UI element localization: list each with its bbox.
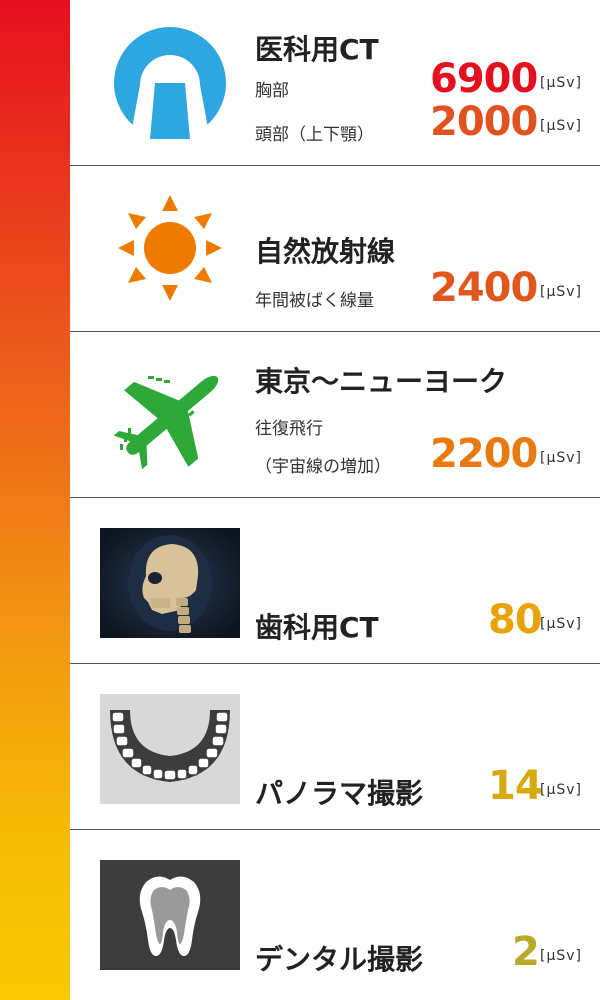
dose-unit: [μSv]	[540, 118, 583, 134]
dental-arch-icon	[100, 694, 240, 804]
dose-value: 80	[488, 597, 543, 643]
item-title: 歯科用CT	[255, 611, 379, 644]
dose-value: 2	[512, 929, 540, 975]
item-title: パノラマ撮影	[255, 777, 424, 810]
list-item-natural-radiation: 自然放射線 年間被ばく線量 2400 [μSv]	[70, 166, 600, 332]
ct-scanner-icon	[100, 25, 240, 139]
measure-label: 頭部（上下顎）	[255, 125, 374, 145]
dose-unit: [μSv]	[540, 782, 583, 798]
dose-unit: [μSv]	[540, 284, 583, 300]
dose-value: 2000	[430, 99, 538, 145]
measure-label: 胸部	[255, 81, 289, 101]
item-title: デンタル撮影	[255, 943, 424, 976]
sun-icon	[100, 191, 240, 301]
list-item-panoramic: パノラマ撮影 14 [μSv]	[70, 664, 600, 830]
tooth-icon	[100, 860, 240, 970]
dose-gradient-bar	[0, 0, 70, 1000]
dose-value: 6900	[430, 56, 538, 102]
list-item-medical-ct: 医科用CT 胸部 6900 [μSv] 頭部（上下顎） 2000 [μSv]	[70, 0, 600, 166]
item-title: 自然放射線	[255, 235, 396, 268]
dose-unit: [μSv]	[540, 75, 583, 91]
dose-unit: [μSv]	[540, 616, 583, 632]
item-title: 医科用CT	[255, 33, 379, 66]
dose-unit: [μSv]	[540, 948, 583, 964]
dose-unit: [μSv]	[540, 450, 583, 466]
list-item-dental-ct: 歯科用CT 80 [μSv]	[70, 498, 600, 664]
item-title: 東京〜ニューヨーク	[255, 365, 508, 398]
list-item-flight: 東京〜ニューヨーク 往復飛行 （宇宙線の増加） 2200 [μSv]	[70, 332, 600, 498]
dose-value: 2200	[430, 431, 538, 477]
measure-label: 年間被ばく線量	[255, 291, 374, 311]
airplane-icon	[100, 362, 240, 472]
measure-label-line2: （宇宙線の増加）	[255, 457, 391, 477]
dose-value: 14	[488, 763, 543, 809]
dose-value: 2400	[430, 265, 538, 311]
measure-label-line1: 往復飛行	[255, 419, 323, 439]
skull-xray-icon	[100, 528, 240, 638]
list-item-dental: デンタル撮影 2 [μSv]	[70, 830, 600, 996]
